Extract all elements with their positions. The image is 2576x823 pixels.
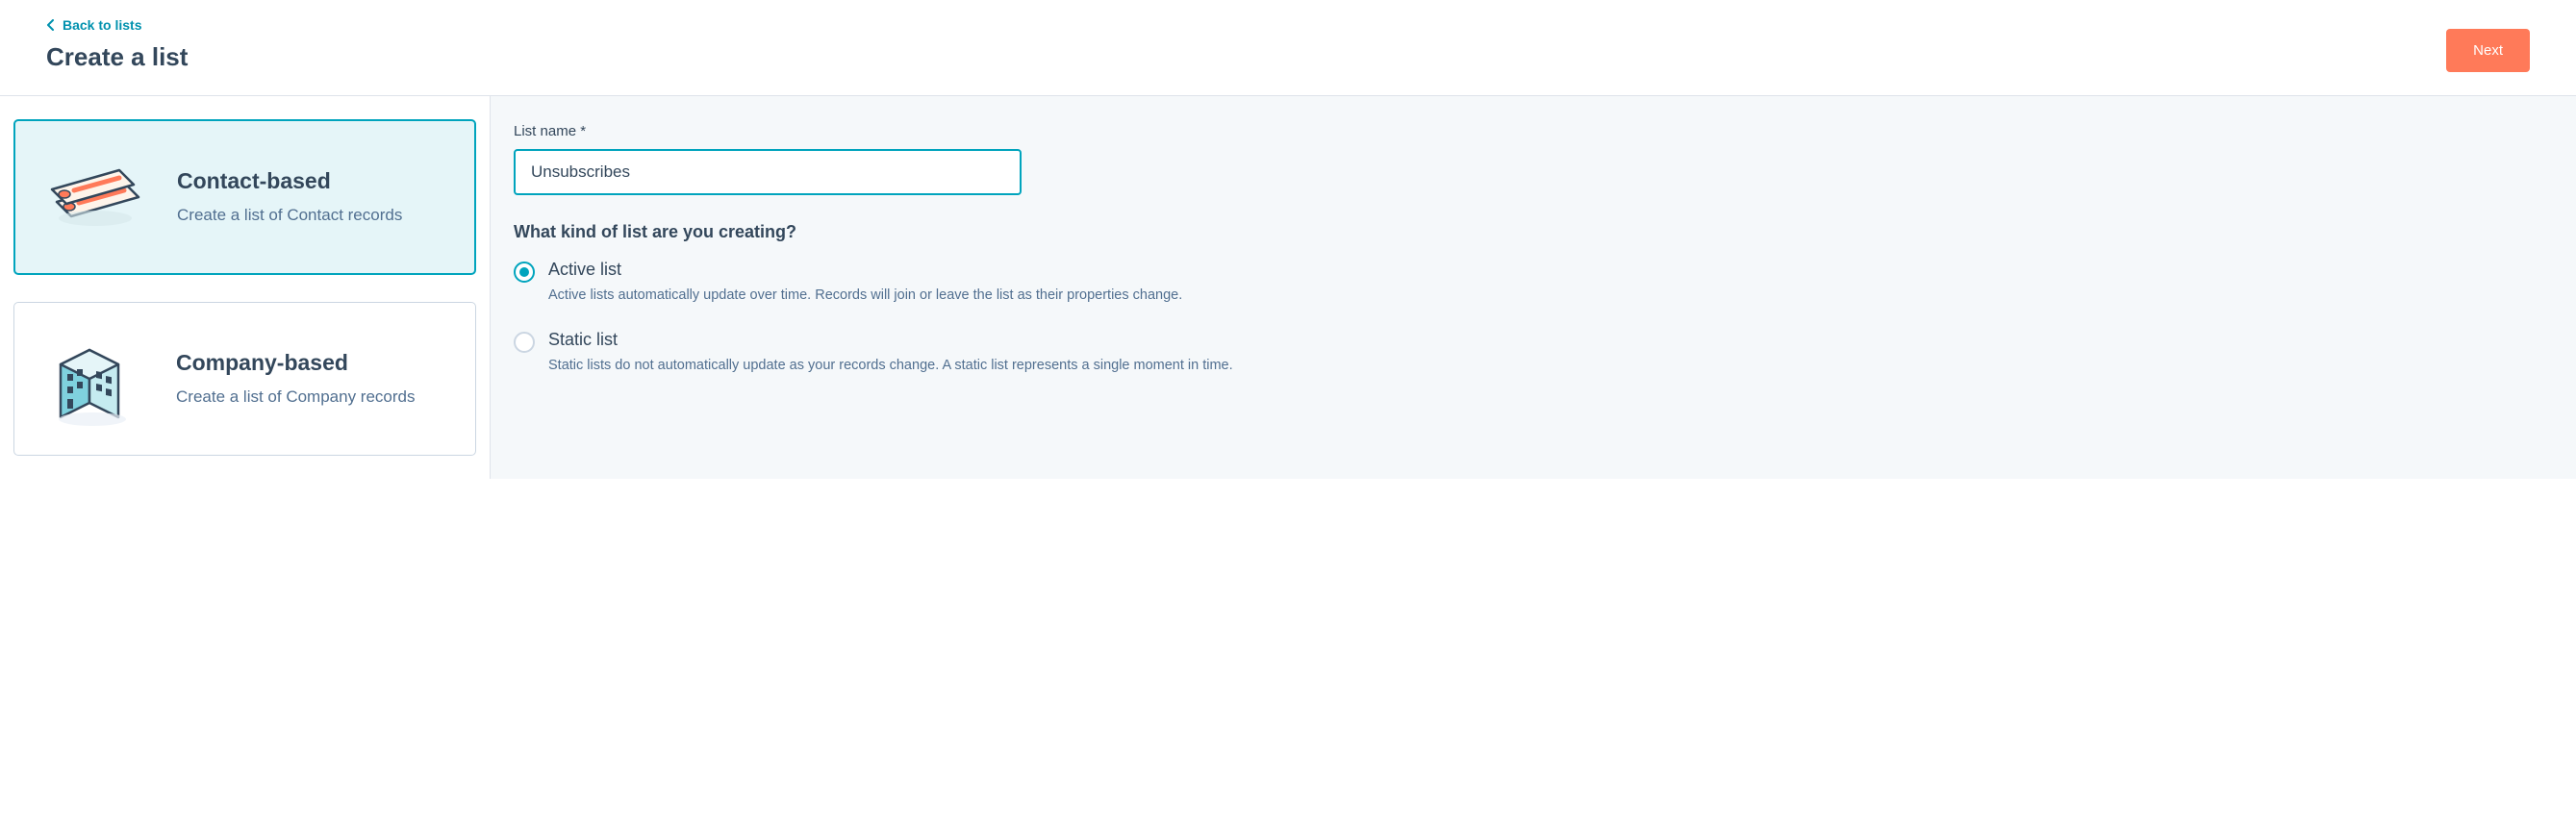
list-kind-heading: What kind of list are you creating? xyxy=(514,222,2553,242)
static-list-description: Static lists do not automatically update… xyxy=(548,356,1233,377)
contact-based-card[interactable]: Contact-based Create a list of Contact r… xyxy=(13,119,476,275)
back-link-text: Back to lists xyxy=(63,17,141,33)
active-list-radio[interactable] xyxy=(514,262,535,283)
company-card-content: Company-based Create a list of Company r… xyxy=(176,350,416,409)
contact-card-description: Create a list of Contact records xyxy=(177,204,402,227)
list-name-label: List name * xyxy=(514,123,2553,139)
static-list-option: Static list Static lists do not automati… xyxy=(514,330,2553,377)
page-header: Back to lists Create a list Next xyxy=(0,0,2576,96)
list-name-input[interactable] xyxy=(514,149,1022,195)
content-area: Contact-based Create a list of Contact r… xyxy=(0,96,2576,479)
active-list-description: Active lists automatically update over t… xyxy=(548,286,1182,307)
static-list-content: Static list Static lists do not automati… xyxy=(548,330,1233,377)
page-title: Create a list xyxy=(46,42,188,72)
chevron-left-icon xyxy=(46,19,55,31)
contact-list-icon xyxy=(42,144,148,250)
static-list-label[interactable]: Static list xyxy=(548,330,1233,350)
active-list-content: Active list Active lists automatically u… xyxy=(548,260,1182,307)
company-card-description: Create a list of Company records xyxy=(176,386,416,409)
static-list-radio[interactable] xyxy=(514,332,535,353)
next-button[interactable]: Next xyxy=(2446,29,2530,72)
contact-card-title: Contact-based xyxy=(177,168,402,194)
contact-card-content: Contact-based Create a list of Contact r… xyxy=(177,168,402,227)
active-list-label[interactable]: Active list xyxy=(548,260,1182,280)
header-left: Back to lists Create a list xyxy=(46,17,188,72)
company-based-card[interactable]: Company-based Create a list of Company r… xyxy=(13,302,476,456)
back-to-lists-link[interactable]: Back to lists xyxy=(46,17,188,33)
list-type-panel: Contact-based Create a list of Contact r… xyxy=(0,96,491,479)
list-name-group: List name * xyxy=(514,123,2553,195)
company-card-title: Company-based xyxy=(176,350,416,376)
active-list-option: Active list Active lists automatically u… xyxy=(514,260,2553,307)
company-building-icon xyxy=(41,326,147,432)
form-panel: List name * What kind of list are you cr… xyxy=(491,96,2576,479)
